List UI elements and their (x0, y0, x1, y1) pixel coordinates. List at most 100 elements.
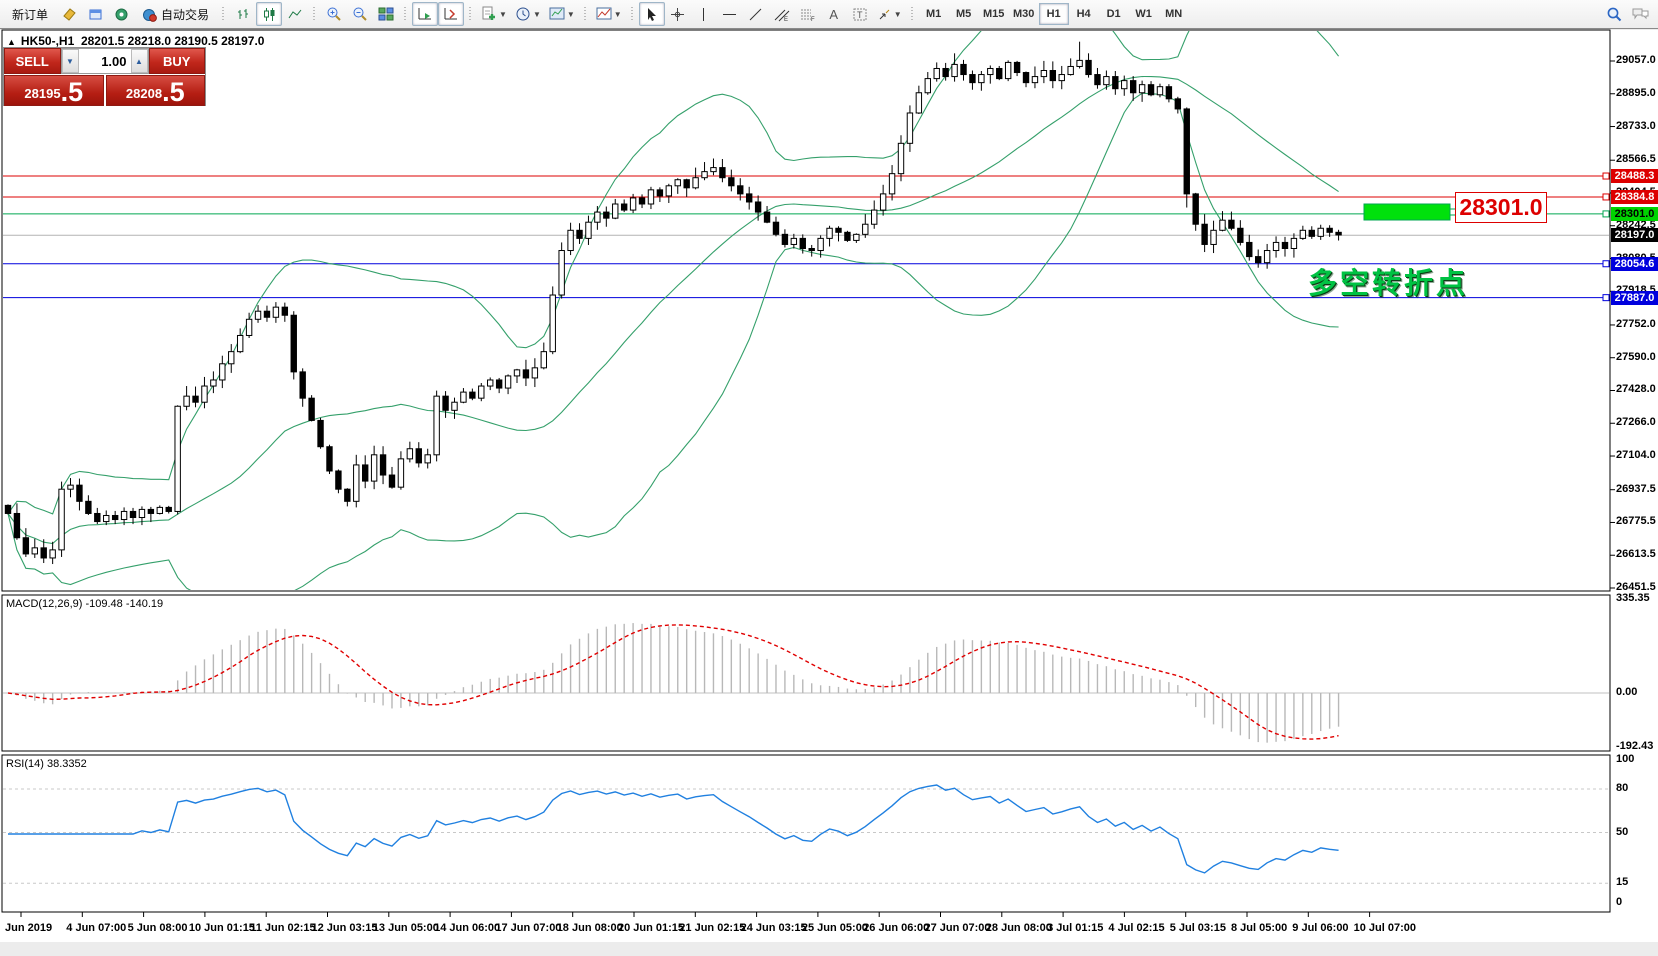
tile-windows-icon[interactable] (373, 2, 399, 26)
template-icon (549, 6, 565, 22)
price-tick-label: 28566.5 (1616, 153, 1656, 165)
arrows-tool-button[interactable]: ▼ (873, 2, 906, 26)
timeframe-M15[interactable]: M15 (979, 3, 1009, 25)
timeframe-M5[interactable]: M5 (949, 3, 979, 25)
price-tag-28384.8: 28384.8 (1611, 190, 1658, 204)
price-tick-label: 27104.0 (1616, 449, 1656, 461)
hline-handle[interactable] (1603, 194, 1609, 200)
tag-icon[interactable] (56, 2, 82, 26)
panel-collapse-icon[interactable]: ▲ (7, 37, 16, 47)
price-tag-28301.0: 28301.0 (1611, 207, 1658, 221)
periods-button[interactable]: ▼ (511, 2, 545, 26)
zoom-out-icon[interactable] (347, 2, 373, 26)
hline-handle[interactable] (1603, 173, 1609, 179)
price-tag-27887.0: 27887.0 (1611, 291, 1658, 305)
price-tick-label: 27266.0 (1616, 416, 1656, 428)
time-axis-label: 26 Jun 06:00 (863, 922, 929, 934)
new-order-button[interactable]: 新订单 (4, 2, 56, 26)
time-axis-label: 11 Jun 02:15 (250, 922, 315, 934)
autotrading-label: 自动交易 (161, 6, 209, 23)
hline-handle[interactable] (1603, 211, 1609, 217)
pane-border-2 (2, 755, 1610, 912)
indicators-list-button[interactable]: ▼ (592, 2, 626, 26)
toolbar-separator (466, 3, 475, 25)
dropdown-caret-icon: ▼ (614, 10, 622, 19)
price-callout-label[interactable]: 28301.0 (1455, 192, 1547, 223)
volume-increase-button[interactable]: ▲ (131, 49, 148, 73)
chart-ohlc-values: 28201.5 28218.0 28190.5 28197.0 (81, 34, 265, 48)
sell-price-main: 28195 (24, 86, 60, 104)
rsi-line (8, 785, 1339, 873)
macd-tick-label: -192.43 (1616, 740, 1653, 752)
price-tick-label: 27428.0 (1616, 383, 1656, 395)
autotrading-icon (142, 7, 157, 22)
chart-shift-icon[interactable] (438, 2, 464, 26)
terminal-window-icon[interactable] (82, 2, 108, 26)
timeframe-H4[interactable]: H4 (1069, 3, 1099, 25)
rsi-tick-label: 0 (1616, 896, 1622, 908)
cursor-tool-icon[interactable] (639, 2, 665, 26)
time-axis-label: 20 Jun 01:15 (618, 922, 684, 934)
auto-scroll-icon[interactable] (412, 2, 438, 26)
bollinger-middle (8, 77, 1339, 544)
crosshair-tool-icon[interactable] (665, 2, 691, 26)
hline-handle[interactable] (1603, 295, 1609, 301)
chart-canvas[interactable] (0, 0, 1658, 956)
main-toolbar: 新订单 自动交易 (0, 0, 1658, 29)
volume-decrease-button[interactable]: ▼ (62, 49, 79, 73)
timeframe-M1[interactable]: M1 (919, 3, 949, 25)
timeframe-D1[interactable]: D1 (1099, 3, 1129, 25)
buy-price[interactable]: 28208.5 (106, 75, 206, 106)
pane-border-0 (2, 30, 1610, 591)
add-indicator-button[interactable]: ▼ (477, 2, 511, 26)
fibonacci-tool-icon[interactable]: F (795, 2, 821, 26)
timeframe-W1[interactable]: W1 (1129, 3, 1159, 25)
sell-price[interactable]: 28195.5 (4, 75, 104, 106)
trendline-tool-icon[interactable] (743, 2, 769, 26)
add-indicator-icon (481, 6, 497, 22)
new-order-label: 新订单 (12, 6, 48, 23)
vertical-line-tool-icon[interactable] (691, 2, 717, 26)
clock-icon (515, 6, 531, 22)
hline-handle[interactable] (1603, 261, 1609, 267)
template-button[interactable]: ▼ (545, 2, 579, 26)
time-axis-label: 9 Jul 06:00 (1292, 922, 1348, 934)
buy-price-main: 28208 (126, 86, 162, 104)
toolbar-separator (219, 3, 228, 25)
buy-button[interactable]: BUY (149, 48, 206, 74)
macd-signal-line (8, 625, 1339, 739)
turning-point-annotation: 多空转折点 (1308, 260, 1468, 302)
candlestick-chart-icon[interactable] (256, 2, 282, 26)
time-axis-label: 17 Jun 07:00 (495, 922, 561, 934)
timeframe-M30[interactable]: M30 (1009, 3, 1039, 25)
rsi-tick-label: 50 (1616, 826, 1628, 838)
highlight-zone-rect[interactable] (1364, 204, 1450, 220)
time-axis-label: 25 Jun 05:00 (802, 922, 868, 934)
bollinger-lower (8, 93, 1339, 616)
time-axis-label: 14 Jun 06:00 (434, 922, 500, 934)
macd-label: MACD(12,26,9) -109.48 -140.19 (6, 598, 163, 610)
search-icon[interactable] (1601, 2, 1627, 26)
bar-chart-icon[interactable] (230, 2, 256, 26)
price-tag-28488.3: 28488.3 (1611, 169, 1658, 183)
label-tool-icon[interactable]: T (847, 2, 873, 26)
channel-tool-icon[interactable]: E (769, 2, 795, 26)
zoom-in-icon[interactable] (321, 2, 347, 26)
chat-icon[interactable] (1627, 2, 1654, 26)
buy-price-pips: .5 (162, 80, 185, 104)
horizontal-line-tool-icon[interactable] (717, 2, 743, 26)
price-tick-label: 26775.5 (1616, 515, 1656, 527)
current-price-tag: 28197.0 (1611, 228, 1658, 242)
sell-button[interactable]: SELL (4, 48, 61, 74)
timeframe-H1[interactable]: H1 (1039, 3, 1069, 25)
timeframe-MN[interactable]: MN (1159, 3, 1189, 25)
indicators-list-icon (596, 6, 612, 22)
toolbar-separator (310, 3, 319, 25)
autotrading-button[interactable]: 自动交易 (134, 2, 217, 26)
volume-input[interactable] (79, 49, 131, 73)
signal-icon[interactable] (108, 2, 134, 26)
text-tool-icon[interactable]: A (821, 2, 847, 26)
time-axis-label: 5 Jun 08:00 (128, 922, 188, 934)
time-axis-label: 21 Jun 02:15 (679, 922, 745, 934)
line-chart-icon[interactable] (282, 2, 308, 26)
